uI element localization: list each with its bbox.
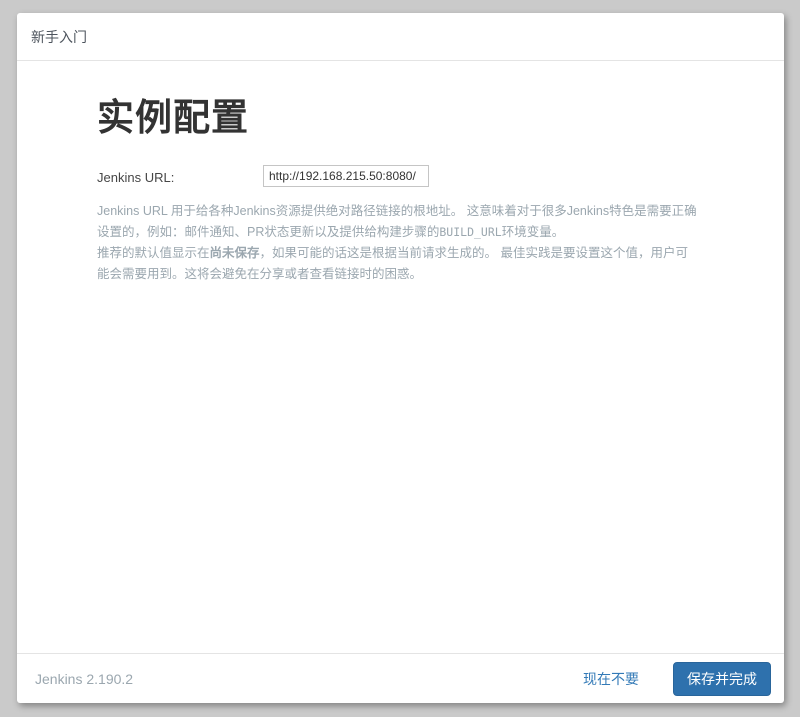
wizard-content: 实例配置 Jenkins URL: Jenkins URL 用于给各种Jenki… xyxy=(17,61,784,653)
description-p2-bold: 尚未保存 xyxy=(210,246,260,260)
jenkins-url-row: Jenkins URL: xyxy=(97,165,698,187)
save-and-finish-button[interactable]: 保存并完成 xyxy=(673,662,771,696)
description-p2-text: 推荐的默认值显示在 xyxy=(97,246,210,260)
jenkins-version-label: Jenkins 2.190.2 xyxy=(35,671,583,687)
description-p1-tail: 环境变量。 xyxy=(502,225,565,239)
wizard-header: 新手入门 xyxy=(17,13,784,61)
description-paragraph-2: 推荐的默认值显示在尚未保存，如果可能的话这是根据当前请求生成的。 最佳实践是要设… xyxy=(97,243,698,285)
setup-wizard-dialog: 新手入门 实例配置 Jenkins URL: Jenkins URL 用于给各种… xyxy=(17,13,784,703)
description-p1-text: Jenkins URL 用于给各种Jenkins资源提供绝对路径链接的根地址。 … xyxy=(97,204,697,239)
description-paragraph-1: Jenkins URL 用于给各种Jenkins资源提供绝对路径链接的根地址。 … xyxy=(97,201,698,243)
build-url-code: BUILD_URL xyxy=(439,225,501,239)
not-now-button[interactable]: 现在不要 xyxy=(583,669,639,689)
page-title: 实例配置 xyxy=(97,87,698,141)
wizard-footer: Jenkins 2.190.2 现在不要 保存并完成 xyxy=(17,653,784,703)
jenkins-url-label: Jenkins URL: xyxy=(97,165,263,185)
jenkins-url-input[interactable] xyxy=(263,165,429,187)
wizard-title: 新手入门 xyxy=(31,29,87,45)
